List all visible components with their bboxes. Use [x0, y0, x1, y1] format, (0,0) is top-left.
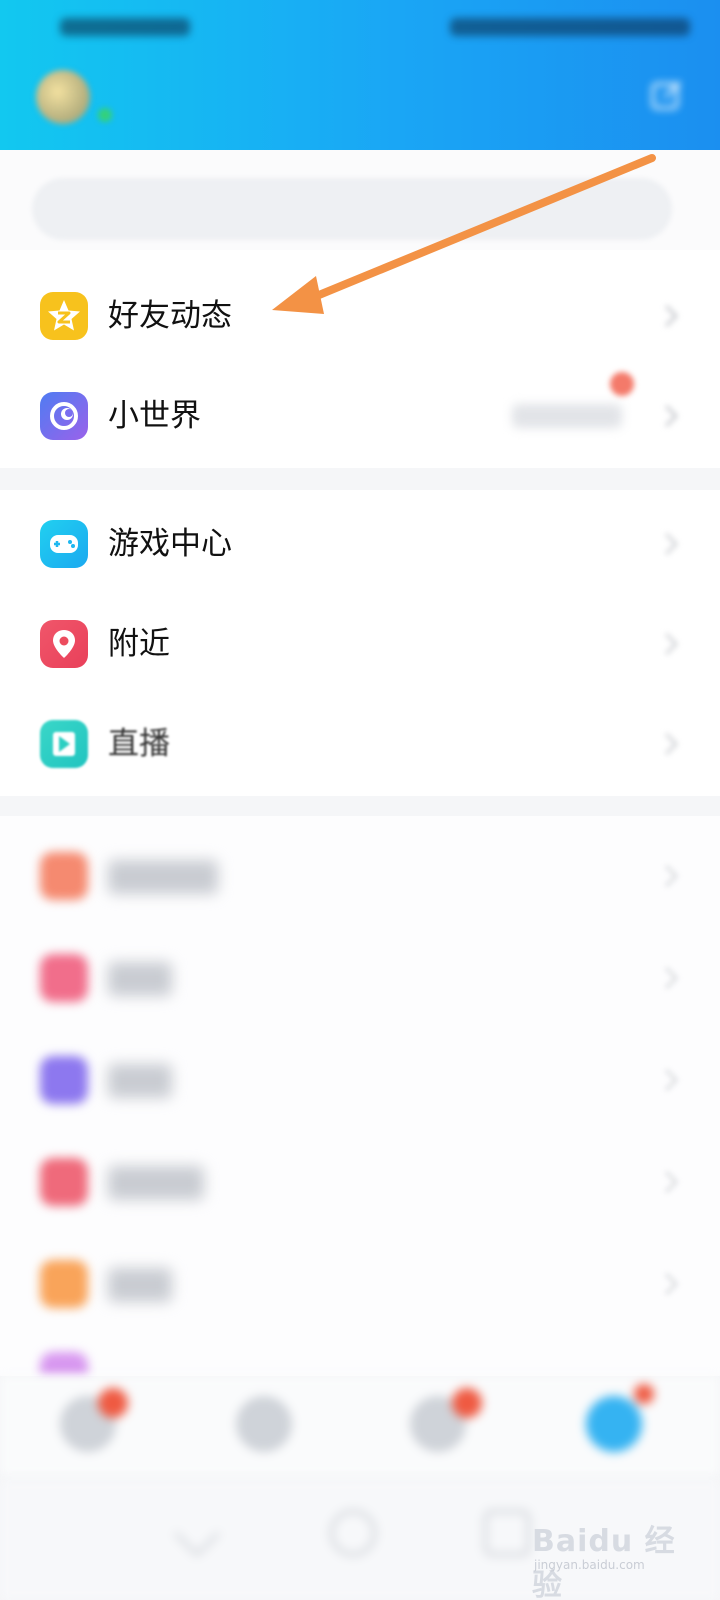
- list-item-game-center[interactable]: 游戏中心: [0, 494, 720, 594]
- location-pin-icon: [40, 620, 88, 668]
- gamepad-icon: [40, 520, 88, 568]
- list-item-label: 附近: [108, 626, 170, 662]
- qzone-star-icon: [40, 292, 88, 340]
- chevron-right-icon: [664, 864, 678, 888]
- list-item-small-world[interactable]: 小世界: [0, 366, 720, 466]
- list-group-1: 好友动态 小世界: [0, 250, 720, 468]
- app-icon-red: [40, 1158, 88, 1206]
- tab-dynamics[interactable]: [586, 1396, 642, 1452]
- list-item[interactable]: [0, 928, 720, 1028]
- list-item-friend-feed[interactable]: 好友动态: [0, 266, 720, 366]
- chevron-right-icon: [664, 532, 678, 556]
- tab-badge: [634, 1384, 654, 1404]
- app-icon-pink: [40, 954, 88, 1002]
- chevron-right-icon: [664, 404, 678, 428]
- notification-dot: [610, 372, 634, 396]
- chevron-right-icon: [664, 632, 678, 656]
- back-button[interactable]: [172, 1508, 222, 1558]
- tab-badge: [98, 1388, 128, 1418]
- online-status-dot: [98, 108, 112, 122]
- list-item-label: [108, 860, 218, 894]
- list-group-2: 游戏中心 附近 直播: [0, 490, 720, 796]
- watermark-url: jingyan.baidu.com: [534, 1558, 645, 1572]
- page-title: [310, 80, 410, 116]
- app-header: [0, 0, 720, 150]
- partial-list-item: [40, 1352, 88, 1376]
- list-item-label: [108, 1166, 204, 1200]
- recommendation-text: [512, 404, 622, 428]
- app-icon-purple: [40, 1056, 88, 1104]
- app-icon-orange: [40, 852, 88, 900]
- edit-icon[interactable]: [650, 78, 684, 112]
- list-item[interactable]: [0, 1234, 720, 1334]
- list-item[interactable]: [0, 1030, 720, 1130]
- list-item-label: [108, 1268, 172, 1302]
- chevron-right-icon: [664, 966, 678, 990]
- list-group-3: [0, 816, 720, 1376]
- list-item-live[interactable]: 直播: [0, 694, 720, 794]
- chevron-right-icon: [664, 304, 678, 328]
- recents-button[interactable]: [484, 1510, 530, 1556]
- avatar[interactable]: [36, 70, 90, 124]
- list-item-label: [108, 1064, 172, 1098]
- list-item-label: 好友动态: [108, 298, 232, 334]
- list-item-label: 小世界: [108, 398, 201, 434]
- list-item[interactable]: [0, 826, 720, 926]
- app-icon-amber: [40, 1260, 88, 1308]
- list-item-label: 游戏中心: [108, 526, 232, 562]
- home-button[interactable]: [330, 1510, 376, 1556]
- chevron-right-icon: [664, 1170, 678, 1194]
- chevron-right-icon: [664, 732, 678, 756]
- live-icon: [40, 720, 88, 768]
- list-item-label: 直播: [108, 726, 170, 762]
- status-bar-right: [450, 18, 690, 36]
- list-item-nearby[interactable]: 附近: [0, 594, 720, 694]
- planet-icon: [40, 392, 88, 440]
- chevron-right-icon: [664, 1272, 678, 1296]
- status-bar: [0, 12, 720, 42]
- tab-badge: [452, 1388, 482, 1418]
- baidu-watermark: Baidu 经验 jingyan.baidu.com: [532, 1508, 682, 1600]
- bottom-tab-bar: [0, 1376, 720, 1476]
- list-item[interactable]: [0, 1132, 720, 1232]
- chevron-right-icon: [664, 1068, 678, 1092]
- tab-channels[interactable]: [236, 1396, 292, 1452]
- search-placeholder: [310, 196, 410, 222]
- status-bar-left: [60, 18, 190, 36]
- list-item-label: [108, 962, 172, 996]
